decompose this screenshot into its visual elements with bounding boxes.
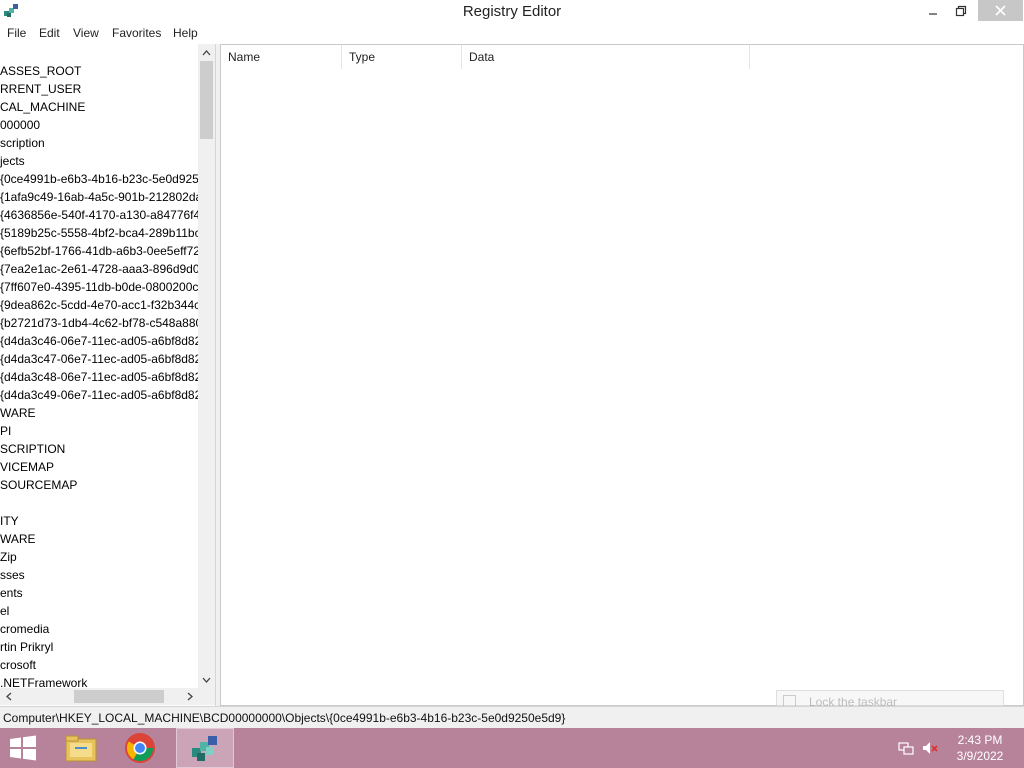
chevron-left-icon — [5, 692, 11, 701]
tree-row[interactable]: {d4da3c48-06e7-11ec-ad05-a6bf8d82 — [0, 368, 198, 386]
taskbar: 2:43 PM 3/9/2022 — [0, 728, 1024, 768]
tree-row[interactable]: {b2721d73-1db4-4c62-bf78-c548a880 — [0, 314, 198, 332]
tree-row[interactable]: rtin Prikryl — [0, 638, 198, 656]
status-path: Computer\HKEY_LOCAL_MACHINE\BCD00000000\… — [3, 711, 566, 725]
tree-row[interactable]: ASSES_ROOT — [0, 62, 198, 80]
tree-row[interactable]: {7ea2e1ac-2e61-4728-aaa3-896d9d0a — [0, 260, 198, 278]
tree-row-selected[interactable]: {0ce4991b-e6b3-4b16-b23c-5e0d9250e — [0, 170, 198, 188]
restore-button[interactable] — [946, 0, 976, 21]
scroll-right-arrow-icon[interactable] — [181, 688, 198, 705]
chrome-icon — [125, 733, 155, 763]
tree-row[interactable]: WARE — [0, 530, 198, 548]
tree-vertical-scroll-thumb[interactable] — [200, 61, 213, 139]
window-title: Registry Editor — [462, 3, 562, 20]
start-button[interactable] — [8, 735, 38, 761]
title-bar: Registry Editor — [0, 0, 1024, 23]
tree-row[interactable] — [0, 494, 198, 512]
chevron-down-icon — [202, 677, 211, 683]
restore-icon — [955, 5, 967, 16]
tree-row[interactable]: {d4da3c49-06e7-11ec-ad05-a6bf8d82 — [0, 386, 198, 404]
tree-row[interactable]: CAL_MACHINE — [0, 98, 198, 116]
tree-horizontal-scroll-thumb[interactable] — [74, 690, 164, 703]
minimize-button[interactable] — [918, 0, 948, 21]
tree-row[interactable]: {1afa9c49-16ab-4a5c-901b-212802da — [0, 188, 198, 206]
menu-favorites[interactable]: Favorites — [112, 26, 161, 40]
tree-row[interactable]: Zip — [0, 548, 198, 566]
registry-editor-icon — [192, 736, 217, 761]
scroll-left-arrow-icon[interactable] — [0, 688, 17, 705]
tree-row[interactable]: {d4da3c47-06e7-11ec-ad05-a6bf8d82 — [0, 350, 198, 368]
tree-row[interactable]: SCRIPTION — [0, 440, 198, 458]
tree-row[interactable]: sses — [0, 566, 198, 584]
tree-row[interactable]: SOURCEMAP — [0, 476, 198, 494]
clock-date: 3/9/2022 — [956, 749, 1004, 763]
tree-row[interactable]: RRENT_USER — [0, 80, 198, 98]
tree-row[interactable]: WARE — [0, 404, 198, 422]
tree-row[interactable]: cromedia — [0, 620, 198, 638]
column-header-data[interactable]: Data — [462, 45, 750, 69]
network-icon[interactable] — [898, 740, 914, 756]
close-button[interactable] — [978, 0, 1023, 21]
tree-vertical-scrollbar[interactable] — [198, 44, 215, 688]
tree-row[interactable]: scription — [0, 134, 198, 152]
taskbar-registry-editor[interactable] — [176, 728, 234, 768]
windows-logo-icon — [10, 735, 36, 761]
chevron-up-icon — [202, 49, 211, 55]
menu-file[interactable]: File — [7, 26, 26, 40]
tree-row[interactable]: crosoft — [0, 656, 198, 674]
menu-edit[interactable]: Edit — [39, 26, 60, 40]
menu-help[interactable]: Help — [173, 26, 198, 40]
minimize-icon — [929, 12, 937, 15]
chevron-right-icon — [187, 692, 193, 701]
key-tree[interactable]: ASSES_ROOT RRENT_USER CAL_MACHINE 000000… — [0, 44, 198, 694]
menu-bar: File Edit View Favorites Help — [0, 23, 1024, 43]
scroll-down-arrow-icon[interactable] — [198, 671, 215, 688]
tree-row[interactable]: {7ff607e0-4395-11db-b0de-0800200c — [0, 278, 198, 296]
tree-row[interactable]: PI — [0, 422, 198, 440]
column-header-type[interactable]: Type — [342, 45, 462, 69]
speaker-muted-icon[interactable] — [922, 740, 938, 756]
tree-row[interactable]: {d4da3c46-06e7-11ec-ad05-a6bf8d82 — [0, 332, 198, 350]
scroll-up-arrow-icon[interactable] — [198, 44, 215, 61]
column-header-name[interactable]: Name — [221, 45, 342, 69]
status-bar: Computer\HKEY_LOCAL_MACHINE\BCD00000000\… — [0, 706, 1024, 728]
tree-row[interactable]: {5189b25c-5558-4bf2-bca4-289b11bc — [0, 224, 198, 242]
key-tree-pane[interactable]: ASSES_ROOT RRENT_USER CAL_MACHINE 000000… — [0, 44, 216, 706]
tree-row[interactable]: 000000 — [0, 116, 198, 134]
clock-time: 2:43 PM — [957, 733, 1003, 747]
tree-row[interactable]: ents — [0, 584, 198, 602]
tree-row[interactable]: jects — [0, 152, 198, 170]
folder-icon — [65, 735, 97, 762]
taskbar-chrome[interactable] — [115, 728, 165, 768]
tree-row[interactable]: ITY — [0, 512, 198, 530]
tree-row[interactable] — [0, 44, 198, 62]
tree-row[interactable]: {4636856e-540f-4170-a130-a84776f4c — [0, 206, 198, 224]
tree-row[interactable]: {6efb52bf-1766-41db-a6b3-0ee5eff72 — [0, 242, 198, 260]
close-icon — [995, 5, 1006, 16]
tree-row[interactable]: {9dea862c-5cdd-4e70-acc1-f32b344c — [0, 296, 198, 314]
scroll-corner — [198, 688, 215, 705]
taskbar-file-explorer[interactable] — [56, 728, 106, 768]
value-list-pane[interactable]: Name Type Data — [220, 44, 1024, 706]
tree-row[interactable]: el — [0, 602, 198, 620]
system-clock[interactable]: 2:43 PM 3/9/2022 — [940, 732, 1020, 764]
tree-row[interactable]: VICEMAP — [0, 458, 198, 476]
tree-horizontal-scrollbar[interactable] — [0, 688, 198, 705]
menu-view[interactable]: View — [73, 26, 99, 40]
